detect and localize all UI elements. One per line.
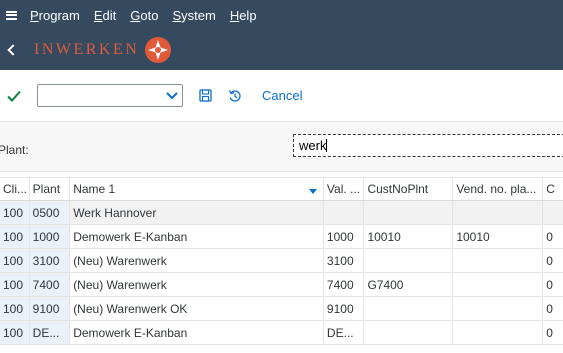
table-row[interactable]: 100 1000 Demowerk E-Kanban 1000 10010 10… <box>0 225 563 249</box>
toolbar: Cancel <box>0 70 563 122</box>
chevron-down-icon <box>166 91 178 99</box>
cell-vendor: 10010 <box>453 225 544 248</box>
cell-name: Werk Hannover <box>70 201 324 224</box>
table-row[interactable]: 100 DE... Demowerk E-Kanban DE... 0 <box>0 321 563 345</box>
cell-plant: 7400 <box>29 273 71 296</box>
cell-client: 100 <box>0 273 30 296</box>
cell-valuation: 3100 <box>324 249 365 272</box>
cell-custnoplnt <box>364 249 454 272</box>
cell-custnoplnt <box>364 297 454 320</box>
column-header-plant[interactable]: Plant <box>30 178 71 200</box>
menu-goto-label: Goto <box>130 7 159 23</box>
cell-custnoplnt <box>364 321 454 344</box>
cell-valuation: 7400 <box>324 273 365 296</box>
menu-edit-label: Edit <box>93 7 117 23</box>
cell-plant: 9100 <box>29 297 71 320</box>
cell-vendor <box>453 321 544 344</box>
menu-bar: Program Edit Goto System Help <box>0 0 563 30</box>
column-header-name[interactable]: Name 1 <box>70 178 324 200</box>
cell-c <box>543 201 563 224</box>
table-header: Cli... Plant Name 1 Val. ... CustNoPlnt … <box>0 177 563 201</box>
cancel-button[interactable]: Cancel <box>262 88 302 103</box>
column-header-client[interactable]: Cli... <box>0 178 30 200</box>
cell-custnoplnt: 10010 <box>364 225 454 248</box>
column-header-name-label: Name 1 <box>73 182 116 196</box>
cell-client: 100 <box>0 321 30 344</box>
cell-client: 100 <box>0 201 30 224</box>
cell-plant: DE... <box>29 321 71 344</box>
cell-name: Demowerk E-Kanban <box>70 321 324 344</box>
column-header-custnoplnt[interactable]: CustNoPlnt <box>364 178 454 200</box>
cell-c: 0 <box>546 325 553 340</box>
column-header-vendor[interactable]: Vend. no. pla... <box>453 178 544 200</box>
cell-name: Demowerk E-Kanban <box>70 225 324 248</box>
cell-client: 100 <box>0 297 30 320</box>
cell-name: (Neu) Warenwerk <box>70 249 324 272</box>
plant-search-value: werk <box>299 138 327 153</box>
menu-goto[interactable]: Goto <box>130 8 158 23</box>
company-logo-icon <box>145 37 172 63</box>
cell-c: 0 <box>546 253 553 268</box>
cell-c: 0 <box>546 301 553 316</box>
company-logo-text: INWERKEN <box>34 41 140 58</box>
results-table: Cli... Plant Name 1 Val. ... CustNoPlnt … <box>0 177 563 345</box>
cell-name: (Neu) Warenwerk <box>70 273 324 296</box>
title-bar: INWERKEN <box>0 30 563 70</box>
menu-help-label: Help <box>229 7 257 23</box>
cell-plant: 0500 <box>29 201 71 224</box>
hamburger-menu-icon[interactable] <box>0 0 22 30</box>
cell-client: 100 <box>0 225 30 248</box>
cell-c: 0 <box>546 277 553 292</box>
history-icon[interactable] <box>227 88 243 104</box>
cell-vendor <box>453 201 544 224</box>
table-row[interactable]: 100 3100 (Neu) Warenwerk 3100 0 <box>0 249 563 273</box>
save-icon[interactable] <box>197 88 213 104</box>
cell-c: 0 <box>546 229 553 244</box>
cell-valuation: 1000 <box>324 225 365 248</box>
menu-system-label: System <box>172 7 216 23</box>
table-row[interactable]: 100 7400 (Neu) Warenwerk 7400 G7400 0 <box>0 273 563 297</box>
selection-area: Plant: werk <box>0 122 563 172</box>
menu-program-label: Program <box>30 7 80 23</box>
column-header-c[interactable]: C <box>543 178 563 200</box>
filter-icon[interactable] <box>308 189 317 194</box>
menu-system[interactable]: System <box>172 8 215 23</box>
table-row[interactable]: 100 0500 Werk Hannover <box>0 201 563 225</box>
cell-valuation: 9100 <box>324 297 365 320</box>
menu-edit[interactable]: Edit <box>94 8 116 23</box>
cell-vendor <box>453 273 544 296</box>
command-dropdown[interactable] <box>37 84 183 107</box>
cell-vendor <box>453 249 544 272</box>
menu-help[interactable]: Help <box>230 8 257 23</box>
menu-program[interactable]: Program <box>30 8 80 23</box>
text-caret <box>326 139 328 152</box>
column-header-valuation[interactable]: Val. ... <box>324 178 365 200</box>
cell-valuation <box>324 201 365 224</box>
cell-vendor <box>453 297 544 320</box>
cell-custnoplnt: G7400 <box>364 273 454 296</box>
check-icon[interactable] <box>0 90 28 102</box>
cell-valuation: DE... <box>324 321 365 344</box>
cell-plant: 3100 <box>29 249 71 272</box>
plant-label: Plant: <box>0 143 29 157</box>
back-icon[interactable] <box>0 44 22 56</box>
cell-custnoplnt <box>364 201 454 224</box>
cell-client: 100 <box>0 249 30 272</box>
cell-plant: 1000 <box>29 225 71 248</box>
plant-search-input[interactable]: werk <box>293 134 563 157</box>
table-row[interactable]: 100 9100 (Neu) Warenwerk OK 9100 0 <box>0 297 563 321</box>
cell-name: (Neu) Warenwerk OK <box>70 297 324 320</box>
